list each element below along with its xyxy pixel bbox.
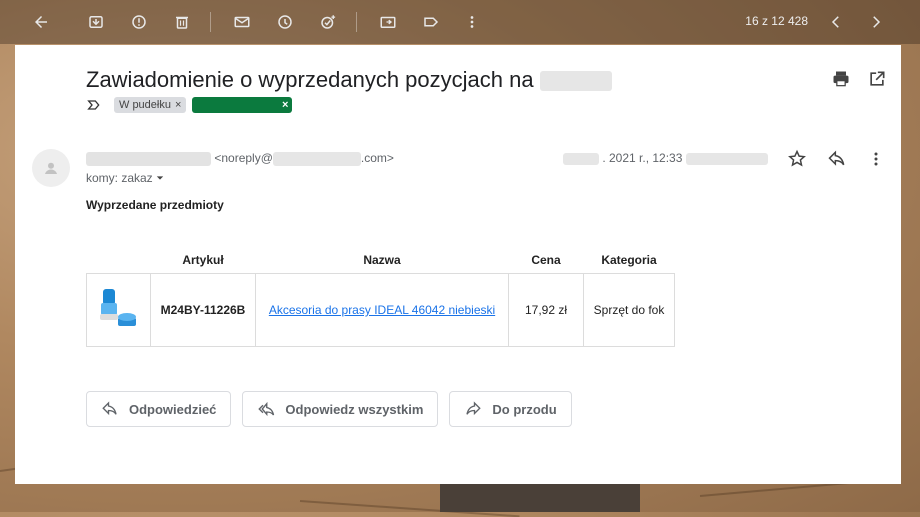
redacted-date-part [685, 152, 768, 165]
table-header-image [87, 247, 151, 274]
star-icon [788, 149, 806, 167]
message-counter: 16 z 12 428 [745, 14, 808, 28]
add-task-icon [321, 15, 336, 29]
reply-all-button[interactable]: Odpowiedz wszystkim [242, 391, 439, 427]
remove-label-icon[interactable]: × [175, 99, 181, 111]
person-icon [45, 162, 57, 174]
table-header: Artykuł [182, 253, 224, 267]
product-image[interactable] [95, 287, 143, 333]
table-header: Kategoria [601, 253, 657, 267]
label-row: W pudełku × × [86, 97, 293, 113]
star-button[interactable] [787, 149, 807, 169]
product-sku: M24BY-11226B [150, 273, 256, 347]
back-button[interactable] [29, 10, 53, 34]
product-image-cell [86, 273, 151, 347]
redacted-date-part [563, 152, 599, 165]
reply-button[interactable] [827, 149, 847, 169]
archive-button[interactable] [84, 10, 108, 34]
table-header: Cena [531, 253, 561, 267]
archive-icon [89, 16, 103, 28]
table-row: M24BY-11226B Akcesoria do prasy IDEAL 46… [86, 273, 675, 347]
redacted-domain [272, 151, 361, 166]
label-inbox[interactable]: W pudełku × [114, 97, 187, 113]
date-text: . 2021 r., 12:33 [602, 151, 683, 165]
open-in-new-icon [870, 71, 885, 86]
add-task-button[interactable] [316, 10, 340, 34]
reply-label: Odpowiedzieć [129, 401, 217, 417]
report-icon [132, 15, 146, 29]
label-inbox-text: W pudełku [119, 99, 171, 111]
report-spam-button[interactable] [127, 10, 151, 34]
product-price: 17,92 zł [508, 273, 584, 347]
more-vert-icon [470, 16, 474, 28]
older-button[interactable] [864, 10, 888, 34]
print-button[interactable] [831, 69, 851, 89]
more-vert-icon [874, 152, 878, 166]
product-category: Sprzęt do fok [583, 273, 675, 347]
table-header: Nazwa [363, 253, 401, 267]
message-intro: Wyprzedane przedmioty [86, 198, 224, 212]
sold-items-table: Artykuł Nazwa Cena Kategoria M24BY-11226… [86, 247, 675, 347]
avatar [32, 149, 70, 187]
remove-label-icon[interactable]: × [282, 99, 288, 111]
delete-button[interactable] [170, 10, 194, 34]
trash-icon [176, 16, 188, 29]
label-icon [424, 17, 439, 27]
table-header-row: Artykuł Nazwa Cena Kategoria [87, 247, 675, 274]
snooze-button[interactable] [273, 10, 297, 34]
reply-icon [828, 150, 845, 166]
redacted-text [539, 71, 612, 92]
sender-email-prefix: <noreply@ [214, 151, 273, 165]
open-new-window-button[interactable] [867, 69, 887, 89]
message-card: Zawiadomienie o wyprzedanych pozycjach n… [15, 45, 901, 484]
product-link[interactable]: Akcesoria do prasy IDEAL 46042 niebieski [269, 303, 495, 317]
folder-move-icon [380, 16, 396, 28]
print-icon [833, 71, 849, 87]
reply-all-label: Odpowiedz wszystkim [285, 401, 424, 417]
caret-down-icon [156, 176, 164, 180]
toolbar-divider [210, 12, 211, 32]
toolbar: 16 z 12 428 [0, 0, 920, 44]
product-name-cell: Akcesoria do prasy IDEAL 46042 niebieski [255, 273, 509, 347]
clock-icon [278, 15, 292, 29]
reply-icon [102, 401, 117, 416]
message-more-button[interactable] [866, 149, 886, 169]
labels-button[interactable] [419, 10, 443, 34]
background-rock [440, 484, 640, 512]
forward-label: Do przodu [492, 401, 557, 417]
sender-email-suffix: .com> [360, 151, 394, 165]
stamp-product-icon [99, 289, 136, 326]
mark-unread-button[interactable] [230, 10, 254, 34]
newer-button[interactable] [824, 10, 848, 34]
sender: <noreply@ .com> [86, 151, 394, 166]
label-custom-green[interactable]: × [192, 97, 293, 113]
subject-text: Zawiadomienie o wyprzedanych pozycjach n… [86, 67, 534, 92]
message-date: . 2021 r., 12:33 [563, 151, 768, 165]
importance-marker-icon[interactable] [86, 97, 102, 113]
chevron-right-icon [873, 16, 881, 28]
arrow-left-icon [35, 16, 47, 28]
reply-all-icon [258, 401, 275, 417]
envelope-icon [234, 16, 250, 28]
reply-action-button[interactable]: Odpowiedzieć [86, 391, 232, 427]
forward-button[interactable]: Do przodu [449, 391, 572, 427]
email-subject: Zawiadomienie o wyprzedanych pozycjach n… [86, 67, 612, 93]
message-actions: Odpowiedzieć Odpowiedz wszystkim Do przo… [86, 391, 572, 427]
more-options-button[interactable] [460, 10, 484, 34]
recipient-line[interactable]: komy: zakaz [86, 171, 164, 185]
chevron-left-icon [831, 16, 839, 28]
recipient-text: komy: zakaz [86, 171, 153, 185]
toolbar-divider [356, 12, 357, 32]
move-to-button[interactable] [376, 10, 400, 34]
redacted-sender-name [86, 151, 211, 166]
forward-icon [466, 401, 482, 416]
